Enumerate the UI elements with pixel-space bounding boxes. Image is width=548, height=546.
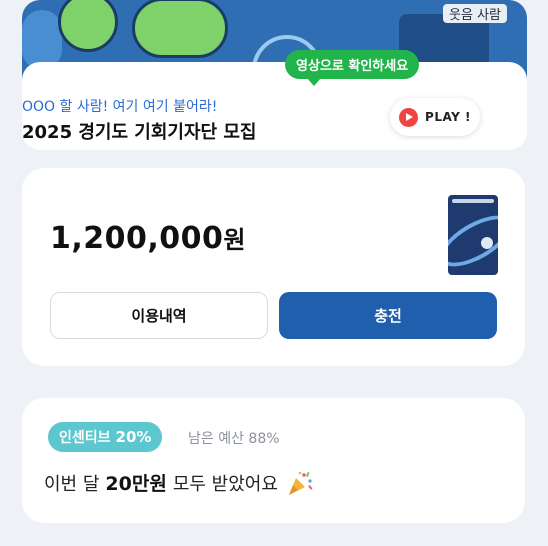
incentive-rate: 20% (115, 428, 152, 446)
balance-unit: 원 (223, 226, 247, 254)
balance-value: 1,200,000 (50, 221, 224, 256)
charge-button[interactable]: 충전 (279, 292, 497, 339)
incentive-badge-label: 인센티브 (59, 430, 111, 446)
play-button[interactable]: PLAY ! (390, 98, 480, 136)
month-suffix: 모두 받았어요 (172, 474, 278, 495)
banner-title: 2025 경기도 기회기자단 모집 (22, 122, 257, 143)
balance-card: 1,200,000원 이용내역 충전 (22, 168, 525, 366)
play-label: PLAY ! (425, 110, 471, 124)
monthly-incentive-summary: 이번 달 20만원 모두 받았어요 (44, 469, 314, 497)
banner-corner-text: 웃음 사람 (443, 4, 507, 23)
banner-subtitle: OOO 할 사람! 여기 여기 붙어라! (22, 99, 218, 115)
month-prefix: 이번 달 (44, 474, 100, 495)
video-tooltip: 영상으로 확인하세요 (285, 50, 420, 86)
month-amount: 20만원 (105, 473, 167, 495)
play-icon (399, 107, 419, 127)
history-button[interactable]: 이용내역 (50, 292, 268, 339)
balance-amount: 1,200,000원 (50, 220, 246, 256)
payment-card-image[interactable] (448, 195, 498, 275)
remaining-budget: 남은 예산 88% (188, 431, 280, 447)
party-popper-icon (288, 471, 313, 495)
incentive-badge: 인센티브 20% (48, 422, 163, 452)
incentive-card[interactable]: 인센티브 20% 남은 예산 88% 이번 달 20만원 모두 받았어요 (22, 398, 525, 523)
